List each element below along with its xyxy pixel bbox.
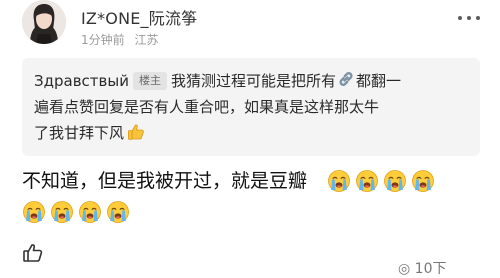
avatar[interactable] — [22, 0, 66, 44]
crying-emoji-7 — [78, 200, 102, 224]
quote-text-4: 了我甘拜下风 — [34, 124, 125, 142]
like-count: ◎ 10下 — [398, 261, 447, 277]
crying-emoji-5 — [22, 200, 46, 224]
post-time: 1分钟前 — [81, 33, 125, 47]
reply-emoji-row — [22, 200, 134, 224]
crying-emoji-6 — [50, 200, 74, 224]
like-icon[interactable] — [22, 242, 44, 264]
link-icon — [337, 70, 355, 96]
author-name[interactable]: IZ*ONE_阮流筝 — [81, 5, 197, 29]
post-meta: 1分钟前 江苏 — [81, 31, 158, 48]
crying-emoji-4 — [411, 169, 435, 193]
crying-emoji-8 — [106, 200, 130, 224]
crying-emoji-2 — [355, 169, 379, 193]
quoted-comment[interactable]: Здравствый 楼主 我猜测过程可能是把所有 都翻一 遍看点赞回复是否有人重合吧… — [22, 58, 480, 156]
quote-text-1: 我猜测过程可能是把所有 — [170, 72, 336, 90]
quote-text-2: 都翻一 — [355, 72, 401, 90]
op-badge: 楼主 — [132, 72, 167, 90]
crying-emoji-1 — [327, 169, 351, 193]
quote-text-3: 遍看点赞回复是否有人重合吧，如果真是这样那太牛 — [34, 98, 380, 116]
quoted-username[interactable]: Здравствый — [34, 72, 129, 90]
thumbs-up-icon — [126, 122, 146, 150]
more-dots-icon[interactable] — [458, 11, 480, 25]
crying-emoji-3 — [383, 169, 407, 193]
reply-text: 不知道，但是我被开过，就是豆瓣 — [22, 170, 308, 192]
post-location: 江苏 — [134, 33, 159, 47]
